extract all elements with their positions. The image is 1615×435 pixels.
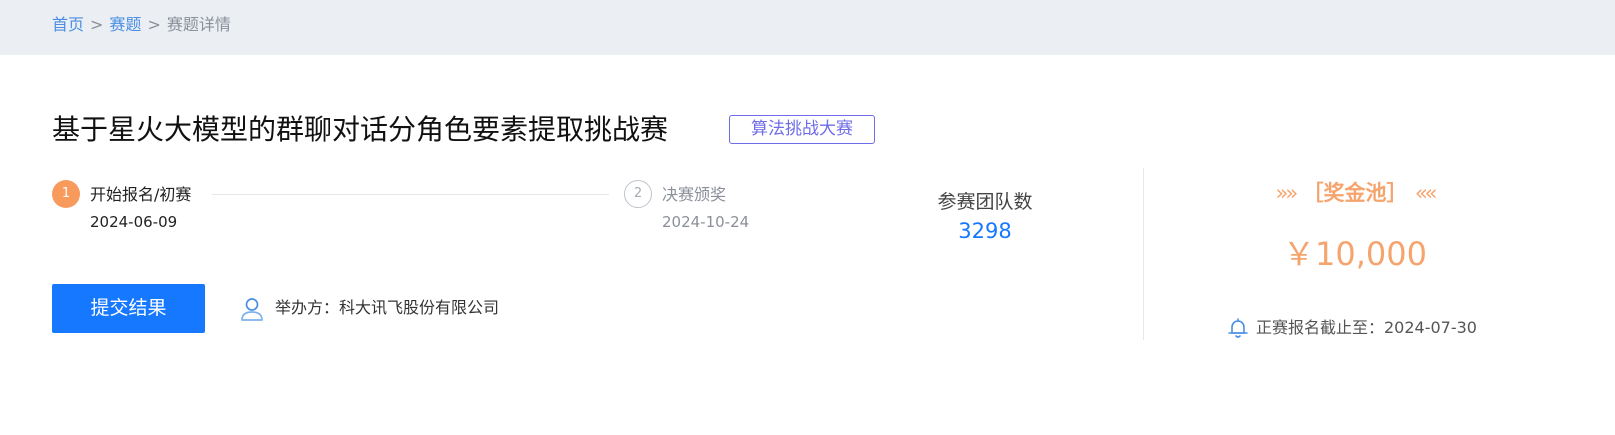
bell-icon	[1228, 318, 1248, 338]
competition-tag: 算法挑战大赛	[729, 115, 875, 144]
breadcrumb-home-link[interactable]: 首页	[52, 15, 84, 34]
step-1-label: 开始报名/初赛	[90, 185, 192, 204]
step-2-indicator: 2	[624, 180, 652, 208]
breadcrumb-separator: >	[90, 15, 104, 34]
breadcrumb: 首页 > 赛题 > 赛题详情	[52, 15, 231, 35]
teams-count: 3298	[958, 219, 1012, 243]
breadcrumb-section-link[interactable]: 赛题	[109, 15, 141, 34]
breadcrumb-bar: 首页 > 赛题 > 赛题详情	[0, 0, 1615, 55]
submit-results-button[interactable]: 提交结果	[52, 284, 205, 333]
chevrons-left-icon: ««	[1414, 181, 1438, 205]
teams-label: 参赛团队数	[937, 191, 1033, 213]
chevrons-right-icon: »»	[1275, 181, 1298, 205]
prize-pool-title: ［奖金池］	[1302, 181, 1408, 205]
prize-pool-amount: ￥10,000	[1283, 235, 1427, 273]
step-connector	[212, 194, 609, 195]
organizer-text: 举办方：科大讯飞股份有限公司	[275, 298, 500, 317]
step-1-date: 2024-06-09	[90, 213, 178, 231]
prize-pool-header: »» ［奖金池］ ««	[1144, 178, 1566, 208]
step-1-indicator: 1	[52, 180, 80, 208]
deadline-text: 正赛报名截止至：2024-07-30	[1256, 318, 1477, 337]
breadcrumb-current: 赛题详情	[166, 15, 231, 34]
step-2-date: 2024-10-24	[662, 213, 750, 231]
breadcrumb-separator: >	[147, 15, 161, 34]
competition-title: 基于星火大模型的群聊对话分角色要素提取挑战赛	[52, 113, 669, 146]
user-icon	[241, 298, 263, 321]
step-2-label: 决赛颁奖	[662, 185, 727, 204]
